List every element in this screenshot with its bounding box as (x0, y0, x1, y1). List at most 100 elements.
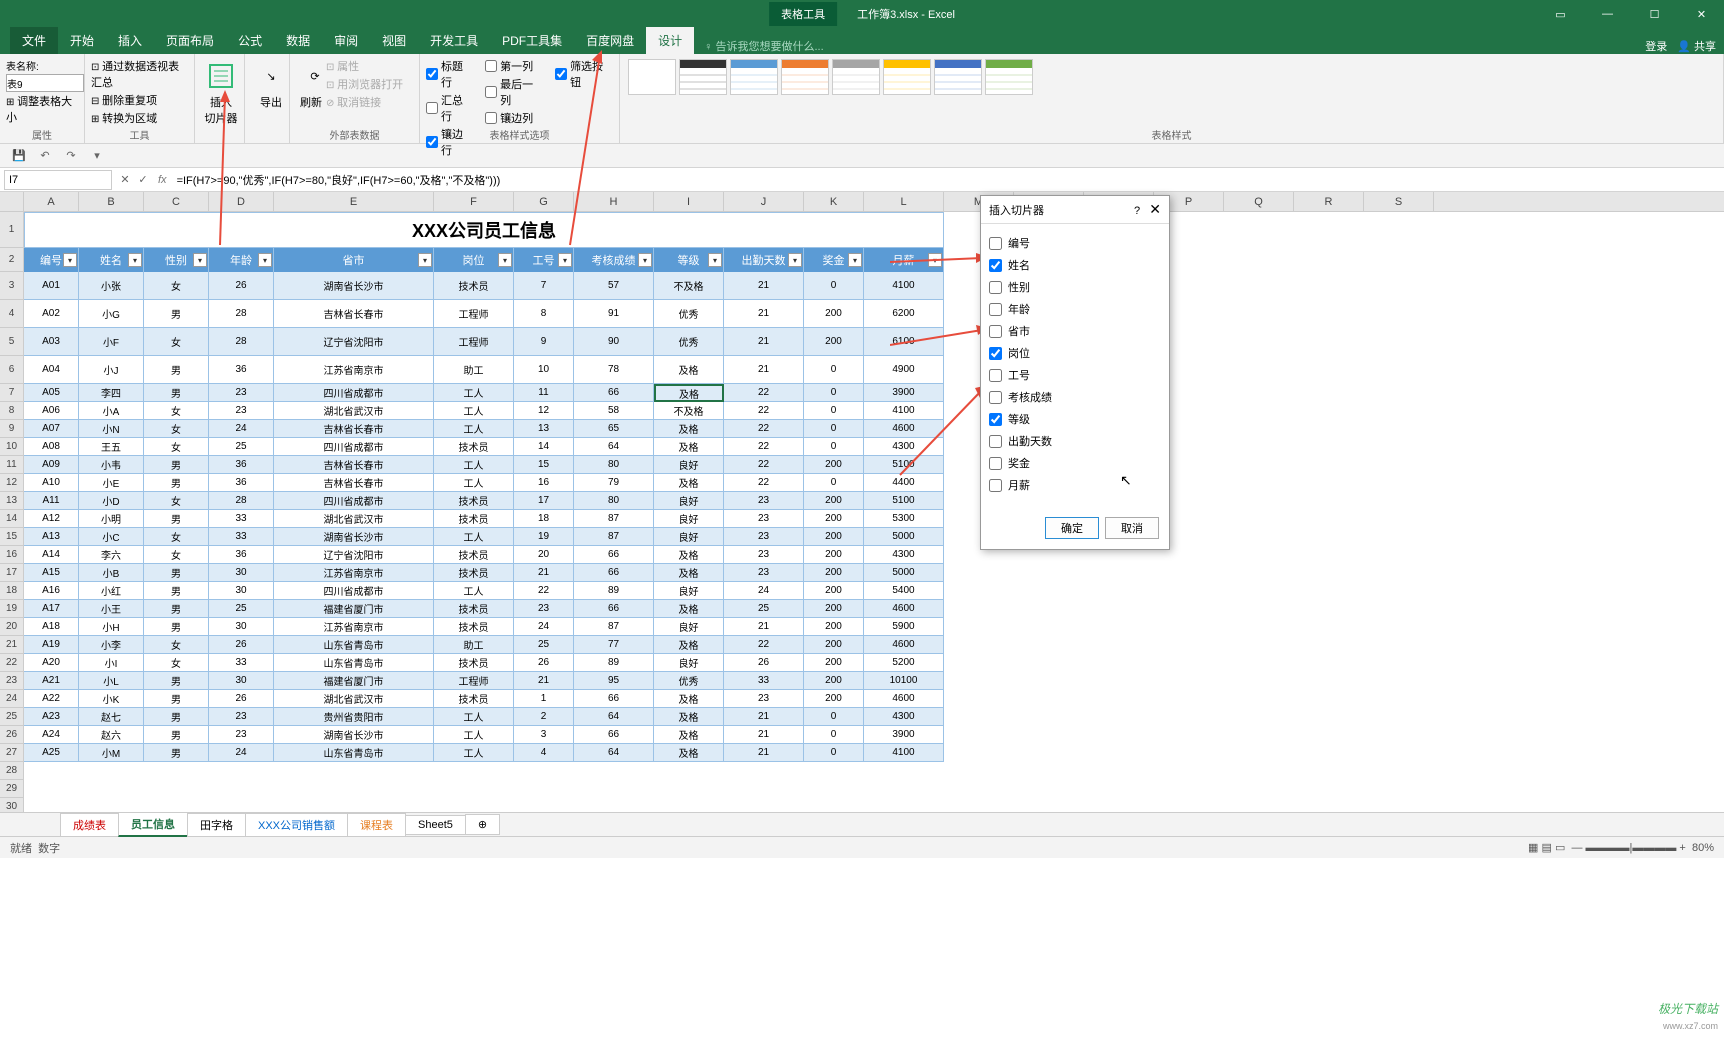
cell[interactable]: 22 (724, 384, 804, 402)
cell[interactable]: 男 (144, 510, 209, 528)
cell[interactable]: 7 (514, 272, 574, 300)
cell[interactable]: 3900 (864, 726, 944, 744)
cell[interactable]: 30 (209, 672, 274, 690)
cell[interactable]: 25 (724, 600, 804, 618)
cell[interactable]: 良好 (654, 456, 724, 474)
accept-formula-icon[interactable]: ✓ (134, 171, 152, 189)
cell[interactable]: 福建省厦门市 (274, 672, 434, 690)
cell[interactable]: 及格 (654, 438, 724, 456)
cell[interactable]: 江苏省南京市 (274, 618, 434, 636)
cell[interactable]: 男 (144, 690, 209, 708)
table-header-6[interactable]: 工号▾ (514, 248, 574, 272)
cell[interactable]: 13 (514, 420, 574, 438)
cell[interactable]: A04 (24, 356, 79, 384)
cell[interactable]: A02 (24, 300, 79, 328)
cell[interactable]: 女 (144, 402, 209, 420)
cell[interactable]: 4300 (864, 546, 944, 564)
col-header-K[interactable]: K (804, 192, 864, 211)
row-header-22[interactable]: 22 (0, 654, 24, 672)
table-header-8[interactable]: 等级▾ (654, 248, 724, 272)
cell[interactable]: 0 (804, 356, 864, 384)
cell[interactable]: 26 (209, 272, 274, 300)
cell[interactable]: 33 (209, 654, 274, 672)
cell[interactable]: 21 (724, 708, 804, 726)
slicer-option-7[interactable]: 考核成绩 (989, 386, 1161, 408)
cell[interactable]: A25 (24, 744, 79, 762)
cell[interactable]: 工程师 (434, 300, 514, 328)
table-row[interactable]: A24赵六男23湖南省长沙市工人366及格2103900 (24, 726, 944, 744)
new-sheet-button[interactable]: ⊕ (465, 814, 500, 835)
filter-dropdown-11[interactable]: ▾ (928, 253, 942, 267)
cell[interactable]: 男 (144, 564, 209, 582)
cell[interactable]: 湖南省长沙市 (274, 726, 434, 744)
cell[interactable]: 2 (514, 708, 574, 726)
cell[interactable]: 技术员 (434, 564, 514, 582)
cell[interactable]: 21 (514, 564, 574, 582)
table-style-thumb-1[interactable] (679, 59, 727, 95)
cell[interactable]: 22 (724, 456, 804, 474)
cell[interactable]: 0 (804, 384, 864, 402)
cell[interactable]: 良好 (654, 510, 724, 528)
cell[interactable]: 21 (724, 328, 804, 356)
cell[interactable]: 14 (514, 438, 574, 456)
col-header-B[interactable]: B (79, 192, 144, 211)
cell[interactable]: 24 (209, 744, 274, 762)
row-header-7[interactable]: 7 (0, 384, 24, 402)
insert-slicer-button[interactable]: 插入 切片器 (201, 57, 241, 129)
cell[interactable]: 女 (144, 654, 209, 672)
cell[interactable]: 良好 (654, 528, 724, 546)
col-header-L[interactable]: L (864, 192, 944, 211)
cell[interactable]: 64 (574, 744, 654, 762)
cell[interactable]: 25 (514, 636, 574, 654)
cell[interactable]: 22 (724, 636, 804, 654)
col-header-S[interactable]: S (1364, 192, 1434, 211)
table-row[interactable]: A06小A女23湖北省武汉市工人1258不及格2204100 (24, 402, 944, 420)
cell[interactable]: 5100 (864, 492, 944, 510)
table-row[interactable]: A17小王男25福建省厦门市技术员2366及格252004600 (24, 600, 944, 618)
row-header-12[interactable]: 12 (0, 474, 24, 492)
table-style-thumb-5[interactable] (883, 59, 931, 95)
col-header-G[interactable]: G (514, 192, 574, 211)
cell[interactable]: 小J (79, 356, 144, 384)
cell[interactable]: 24 (724, 582, 804, 600)
row-header-19[interactable]: 19 (0, 600, 24, 618)
cell[interactable]: 8 (514, 300, 574, 328)
cell[interactable]: A20 (24, 654, 79, 672)
cell[interactable]: 男 (144, 582, 209, 600)
cell[interactable]: 吉林省长春市 (274, 420, 434, 438)
table-header-3[interactable]: 年龄▾ (209, 248, 274, 272)
cell[interactable]: 26 (209, 690, 274, 708)
cell[interactable]: 小王 (79, 600, 144, 618)
table-row[interactable]: A21小L男30福建省厦门市工程师2195优秀3320010100 (24, 672, 944, 690)
cell[interactable]: A12 (24, 510, 79, 528)
cell[interactable]: 小N (79, 420, 144, 438)
cell[interactable]: 4400 (864, 474, 944, 492)
dialog-cancel-button[interactable]: 取消 (1105, 517, 1159, 539)
filter-dropdown-5[interactable]: ▾ (498, 253, 512, 267)
cell[interactable]: 200 (804, 690, 864, 708)
cell[interactable]: 36 (209, 546, 274, 564)
cell[interactable]: 66 (574, 564, 654, 582)
filter-dropdown-9[interactable]: ▾ (788, 253, 802, 267)
tab-insert[interactable]: 插入 (106, 27, 154, 54)
cell[interactable]: 26 (514, 654, 574, 672)
row-header-17[interactable]: 17 (0, 564, 24, 582)
cell[interactable]: 10100 (864, 672, 944, 690)
row-header-28[interactable]: 28 (0, 762, 24, 780)
cell[interactable]: 89 (574, 582, 654, 600)
cell[interactable]: 优秀 (654, 300, 724, 328)
slicer-option-2[interactable]: 性别 (989, 276, 1161, 298)
row-header-4[interactable]: 4 (0, 300, 24, 328)
cell[interactable]: 及格 (654, 600, 724, 618)
filter-dropdown-1[interactable]: ▾ (128, 253, 142, 267)
cell[interactable]: 及格 (654, 420, 724, 438)
redo-icon[interactable]: ↷ (62, 147, 80, 165)
cell[interactable]: 25 (209, 600, 274, 618)
cell[interactable]: 0 (804, 744, 864, 762)
cell[interactable]: 21 (724, 618, 804, 636)
cell[interactable]: 33 (209, 510, 274, 528)
col-header-J[interactable]: J (724, 192, 804, 211)
cell[interactable]: 23 (209, 726, 274, 744)
undo-icon[interactable]: ↶ (36, 147, 54, 165)
filter-dropdown-8[interactable]: ▾ (708, 253, 722, 267)
